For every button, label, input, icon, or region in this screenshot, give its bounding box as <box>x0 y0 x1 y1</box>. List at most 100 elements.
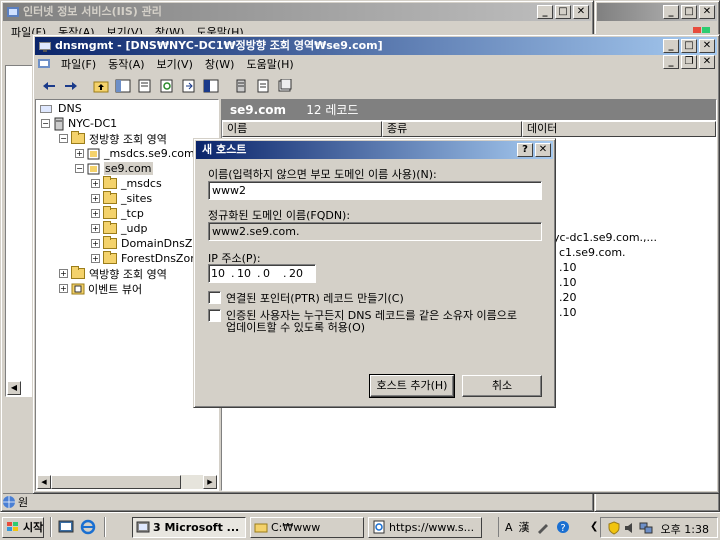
tray-expand-icon[interactable]: ❮ <box>590 521 598 532</box>
task-browser[interactable]: https://www.s... <box>368 517 482 538</box>
tree-item-udp-folder[interactable]: + _udp <box>91 221 147 236</box>
iis-titlebar[interactable]: 인터넷 정보 서비스(IIS) 관리 _ □ ✕ <box>3 3 591 21</box>
tree-item-forestdnszones[interactable]: + ForestDnsZon <box>91 251 197 266</box>
tree-item-msdcs-folder[interactable]: + _msdcs <box>91 176 162 191</box>
expand-icon[interactable]: + <box>91 224 100 233</box>
ime-help-icon[interactable]: ? <box>556 520 570 534</box>
new-record-icon[interactable] <box>253 77 273 95</box>
ip-octet-4[interactable]: 20 <box>289 265 309 282</box>
expand-icon[interactable]: + <box>59 269 68 278</box>
properties-icon[interactable] <box>135 77 155 95</box>
expand-icon[interactable]: + <box>91 209 100 218</box>
tree-item-forward-zones[interactable]: − 정방향 조회 영역 <box>59 131 167 146</box>
tree-scroll-thumb[interactable] <box>51 475 181 489</box>
collapse-icon[interactable]: − <box>41 119 50 128</box>
tree-item-msdcs-zone[interactable]: + _msdcs.se9.com <box>75 146 195 161</box>
start-button[interactable]: 시작 <box>2 517 44 538</box>
ime-hanja-label[interactable]: 漢 <box>519 519 530 535</box>
tree-item-reverse-zones[interactable]: + 역방향 조회 영역 <box>59 266 167 281</box>
collapse-icon[interactable]: − <box>59 134 68 143</box>
tree-item-tcp-folder[interactable]: + _tcp <box>91 206 144 221</box>
right-close-button[interactable]: ✕ <box>699 5 715 19</box>
right-maximize-button[interactable]: □ <box>681 5 697 19</box>
dnsmgmt-titlebar[interactable]: dnsmgmt - [DNS₩NYC-DC1₩정방향 조회 영역₩se9.com… <box>35 37 717 55</box>
dnsmgmt-minimize-button[interactable]: _ <box>663 39 679 53</box>
dnsmgmt-close-button[interactable]: ✕ <box>699 39 715 53</box>
menu-action[interactable]: 동작(A) <box>102 56 150 72</box>
iis-close-button[interactable]: ✕ <box>573 5 589 19</box>
ime-tool-icon[interactable] <box>536 520 550 534</box>
expand-icon[interactable]: + <box>91 254 100 263</box>
name-input[interactable]: www2 <box>208 181 542 200</box>
dnsmgmt-maximize-button[interactable]: □ <box>681 39 697 53</box>
folder-icon <box>103 236 117 249</box>
ie-page-icon <box>373 520 385 534</box>
task-microsoft[interactable]: 3 Microsoft ... <box>132 517 246 538</box>
ime-mode-label[interactable]: A <box>505 521 513 534</box>
task-explorer[interactable]: C:₩www <box>250 517 364 538</box>
server-icon[interactable] <box>231 77 251 95</box>
iis-scroll-left-button[interactable]: ◀ <box>7 381 21 395</box>
menu-view[interactable]: 보기(V) <box>151 56 199 72</box>
network-icon[interactable] <box>639 521 653 535</box>
allow-update-checkbox[interactable] <box>208 309 221 322</box>
back-button[interactable] <box>39 77 59 95</box>
ip-octet-3[interactable]: 0 <box>263 265 283 282</box>
tree-item-event-viewer[interactable]: + 이벤트 뷰어 <box>59 281 142 296</box>
child-restore-button[interactable]: ❐ <box>681 55 697 69</box>
tree-item-domaindnszones[interactable]: + DomainDnsZo <box>91 236 199 251</box>
folder-icon <box>103 251 117 264</box>
collapse-icon[interactable]: − <box>75 164 84 173</box>
dialog-titlebar[interactable]: 새 호스트 ? ✕ <box>196 141 553 159</box>
forward-button[interactable] <box>61 77 81 95</box>
tree-item-nyc-dc1[interactable]: − NYC-DC1 <box>41 116 117 131</box>
column-header-name[interactable]: 이름 <box>222 121 382 137</box>
child-minimize-button[interactable]: _ <box>663 55 679 69</box>
ptr-checkbox[interactable] <box>208 291 221 304</box>
shield-icon[interactable] <box>607 521 621 535</box>
dialog-help-button[interactable]: ? <box>517 143 533 157</box>
task-label: C:₩www <box>271 521 321 534</box>
clock[interactable]: 오후 1:38 <box>661 521 709 537</box>
expand-icon[interactable]: + <box>91 239 100 248</box>
folder-icon <box>103 191 117 204</box>
menu-help[interactable]: 도움말(H) <box>240 56 299 72</box>
tree-item-dns[interactable]: DNS <box>39 101 82 116</box>
quicklaunch-desktop-icon[interactable] <box>58 519 74 535</box>
column-header-data[interactable]: 데이터 <box>522 121 716 137</box>
expand-icon[interactable]: + <box>75 149 84 158</box>
up-level-icon[interactable] <box>91 77 111 95</box>
column-header-type[interactable]: 종류 <box>382 121 522 137</box>
quicklaunch-ie-icon[interactable] <box>80 519 96 535</box>
right-window-titlebar[interactable]: _ □ ✕ <box>597 3 717 21</box>
child-close-button[interactable]: ✕ <box>699 55 715 69</box>
refresh-icon[interactable] <box>157 77 177 95</box>
iis-minimize-button[interactable]: _ <box>537 5 553 19</box>
menu-window[interactable]: 창(W) <box>199 56 241 72</box>
tree-hscrollbar[interactable]: ◀ ▶ <box>37 475 217 489</box>
iis-maximize-button[interactable]: □ <box>555 5 571 19</box>
new-zone-icon[interactable] <box>275 77 295 95</box>
expand-icon[interactable]: + <box>59 284 68 293</box>
ip-address-input[interactable]: 10 . 10 . 0 . 20 <box>208 264 316 283</box>
help-icon[interactable] <box>201 77 221 95</box>
menu-file[interactable]: 파일(F) <box>55 56 102 72</box>
expand-icon[interactable]: + <box>91 194 100 203</box>
add-host-button[interactable]: 호스트 추가(H) <box>369 374 455 398</box>
windows-flag-icon <box>7 522 18 531</box>
tree-item-sites-folder[interactable]: + _sites <box>91 191 152 206</box>
show-hide-tree-icon[interactable] <box>113 77 133 95</box>
ip-octet-2[interactable]: 10 <box>237 265 257 282</box>
export-list-icon[interactable] <box>179 77 199 95</box>
cancel-button[interactable]: 취소 <box>462 375 542 397</box>
expand-icon[interactable]: + <box>91 179 100 188</box>
tree-item-se9-zone[interactable]: − se9.com <box>75 161 153 176</box>
ip-octet-1[interactable]: 10 <box>211 265 231 282</box>
tree-scroll-left-button[interactable]: ◀ <box>37 475 51 489</box>
zone-icon <box>87 148 100 159</box>
right-minimize-button[interactable]: _ <box>663 5 679 19</box>
folder-icon <box>71 266 85 279</box>
speaker-icon[interactable] <box>623 521 637 535</box>
dialog-close-button[interactable]: ✕ <box>535 143 551 157</box>
tree-scroll-right-button[interactable]: ▶ <box>203 475 217 489</box>
